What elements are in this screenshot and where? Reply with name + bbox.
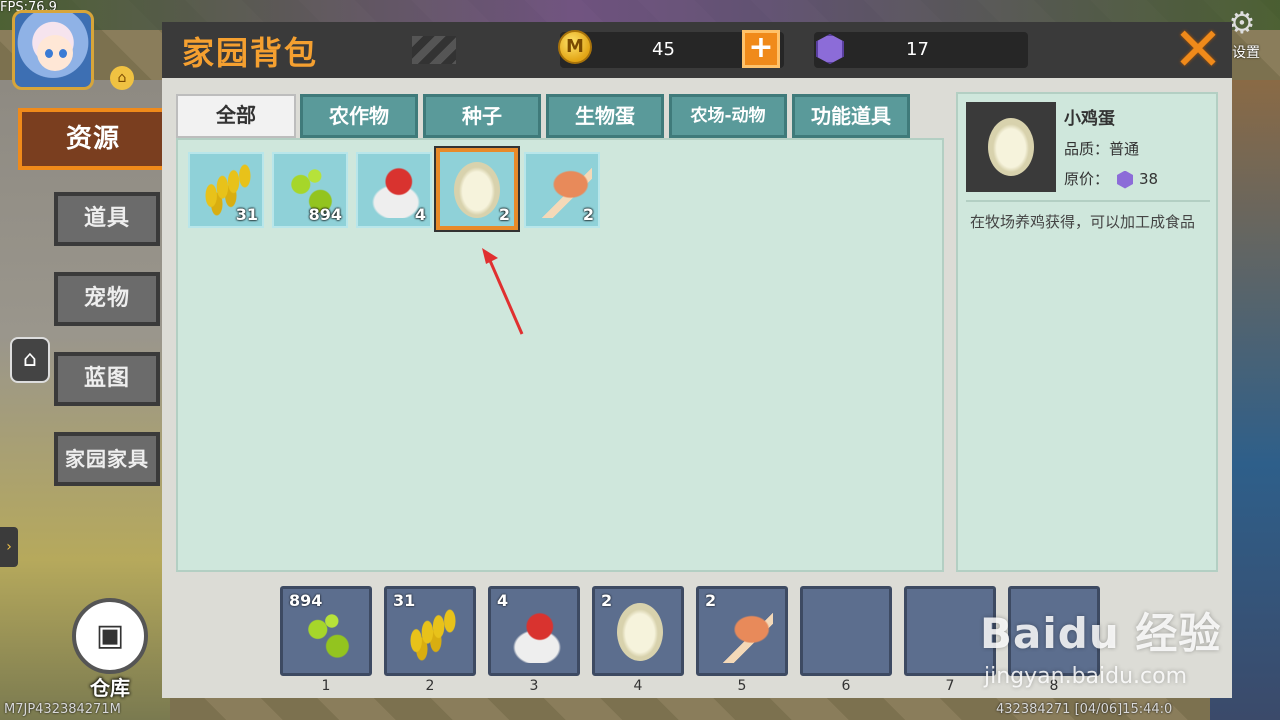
storage-label[interactable]: 仓库 (72, 672, 148, 701)
item-count: 894 (308, 205, 342, 224)
title-bar: 家园背包 45 M + 17 ✕ (162, 20, 1232, 80)
watermark-logo: Baidu 经验 (980, 609, 1222, 658)
item-slot[interactable]: 2 (524, 152, 600, 228)
red-arrow-annotation (482, 248, 524, 335)
egg-icon (454, 162, 500, 218)
add-coins-button[interactable]: + (742, 30, 780, 68)
item-grid: 31 894 4 2 2 (176, 138, 944, 572)
seeds-icon (301, 607, 357, 663)
tab-seeds[interactable]: 种子 (423, 94, 541, 138)
status-text: 432384271 [04/06]15:44:0 (996, 702, 1173, 717)
item-count: 4 (414, 205, 426, 224)
window-title: 家园背包 (182, 34, 319, 72)
category-blueprints[interactable]: 蓝图 (54, 352, 160, 406)
hotbar-count: 4 (497, 591, 509, 610)
hotbar-slot[interactable]: 2 (592, 586, 684, 676)
hotbar-count: 2 (705, 591, 717, 610)
chick-egg-icon (509, 607, 565, 663)
hotbar-index: 3 (529, 678, 539, 694)
hotbar-slot[interactable]: 31 (384, 586, 476, 676)
category-furniture[interactable]: 家园家具 (54, 432, 160, 486)
home-backpack-window: 家园背包 45 M + 17 ✕ 全部 农作物 种子 生物蛋 农场-动物 功能道… (162, 20, 1232, 698)
detail-quality-row: 品质：普通 (1064, 138, 1139, 159)
hotbar-slot[interactable]: 4 (488, 586, 580, 676)
hotbar-index: 2 (425, 678, 435, 694)
item-count: 2 (582, 205, 594, 224)
detail-thumbnail (966, 102, 1056, 192)
divider (966, 200, 1210, 202)
egg-icon (988, 118, 1034, 176)
hotbar-index: 5 (737, 678, 747, 694)
gem-balance: 17 (906, 39, 929, 60)
coin-icon: M (558, 30, 592, 64)
gem-icon (1117, 170, 1134, 189)
coin-balance: 45 (652, 39, 675, 60)
watermark-url: jingyan.baidu.com (984, 664, 1188, 689)
detail-price-row: 原价： 38 (1064, 168, 1158, 189)
price-value: 38 (1139, 170, 1159, 188)
quality-value: 普通 (1109, 140, 1140, 158)
detail-description: 在牧场养鸡获得，可以加工成食品 (970, 213, 1196, 231)
item-count: 31 (235, 205, 258, 224)
tab-all[interactable]: 全部 (176, 94, 296, 138)
hotbar-index: 4 (633, 678, 643, 694)
hotbar-count: 2 (601, 591, 613, 610)
player-avatar[interactable] (12, 10, 94, 90)
ham-icon (717, 607, 773, 663)
item-slot-selected[interactable]: 2 (434, 146, 520, 232)
tab-farm-animals[interactable]: 农场-动物 (669, 94, 787, 138)
category-pets[interactable]: 宠物 (54, 272, 160, 326)
avatar-eye-right (59, 49, 67, 58)
settings-label[interactable]: 设置 (1232, 42, 1260, 62)
expand-arrow-icon[interactable]: › (0, 527, 18, 567)
hotbar-index: 6 (841, 678, 851, 694)
item-slot[interactable]: 31 (188, 152, 264, 228)
quality-label: 品质： (1064, 140, 1110, 158)
close-button[interactable]: ✕ (1170, 20, 1226, 80)
item-slot[interactable]: 4 (356, 152, 432, 228)
hotbar-slot-empty[interactable] (800, 586, 892, 676)
tab-eggs[interactable]: 生物蛋 (546, 94, 664, 138)
avatar-eye-left (45, 49, 53, 58)
item-count: 2 (498, 205, 510, 224)
home-level-icon[interactable]: ⌂ (110, 66, 134, 90)
item-slot[interactable]: 894 (272, 152, 348, 228)
hotbar-index: 1 (321, 678, 331, 694)
hotbar-index: 7 (945, 678, 955, 694)
wheat-icon (405, 607, 461, 663)
detail-item-name: 小鸡蛋 (1064, 109, 1115, 129)
item-detail-panel: 小鸡蛋 品质：普通 原价： 38 在牧场养鸡获得，可以加工成食品 (956, 92, 1218, 572)
category-resources[interactable]: 资源 (18, 108, 168, 170)
title-stripe-decoration (412, 36, 456, 64)
home-heart-icon[interactable]: ⌂ (10, 337, 50, 383)
player-id-text: M7JP432384271M (4, 702, 121, 717)
hotbar-slot[interactable]: 894 (280, 586, 372, 676)
category-props[interactable]: 道具 (54, 192, 160, 246)
avatar-face (37, 35, 73, 71)
storage-chest-icon[interactable]: ▣ (72, 598, 148, 674)
tab-crops[interactable]: 农作物 (300, 94, 418, 138)
gem-balance-box: 17 (814, 32, 1028, 68)
hotbar-slot[interactable]: 2 (696, 586, 788, 676)
egg-icon (617, 603, 663, 661)
price-label: 原价： (1064, 170, 1110, 188)
tab-functional-props[interactable]: 功能道具 (792, 94, 910, 138)
